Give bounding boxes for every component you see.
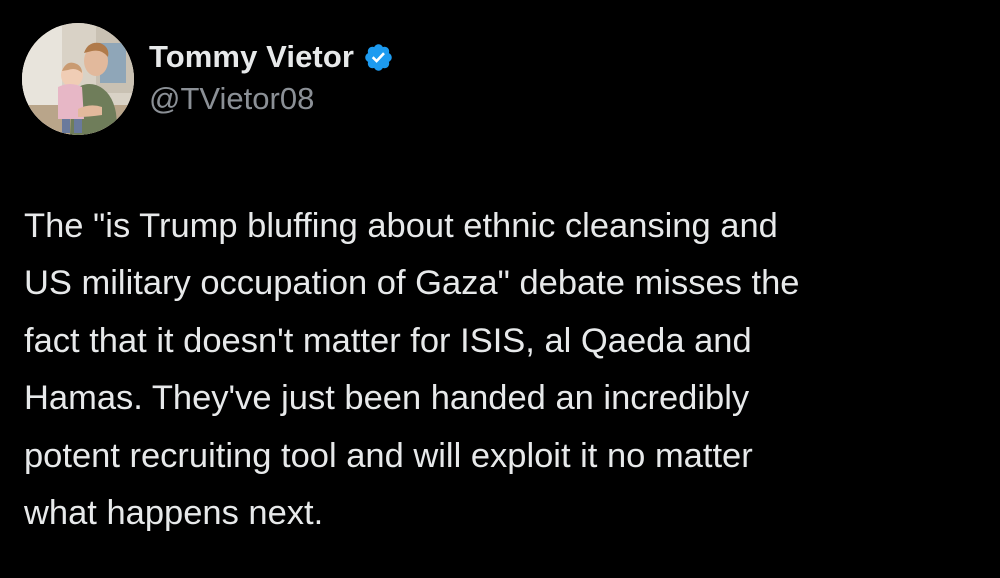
display-name[interactable]: Tommy Vietor [149, 39, 354, 75]
tweet-card: Tommy Vietor @TVietor08 The "is Trump bl… [0, 0, 1000, 578]
tweet-text-line: Hamas. They've just been handed an incre… [24, 379, 750, 418]
tweet-text-line: what happens next. [24, 494, 324, 533]
tweet-text-line: fact that it doesn't matter for ISIS, al… [24, 321, 752, 360]
avatar[interactable] [22, 23, 134, 135]
tweet-text-line: US military occupation of Gaza" debate m… [24, 264, 800, 303]
avatar-photo [22, 23, 134, 135]
author-names: Tommy Vietor @TVietor08 [149, 35, 394, 117]
tweet-header: Tommy Vietor @TVietor08 [22, 23, 394, 135]
name-row: Tommy Vietor [149, 35, 394, 79]
tweet-text-line: potent recruiting tool and will exploit … [24, 436, 753, 475]
tweet-text: The "is Trump bluffing about ethnic clea… [24, 198, 984, 542]
tweet-text-line: The "is Trump bluffing about ethnic clea… [24, 207, 778, 245]
user-handle[interactable]: @TVietor08 [149, 81, 394, 117]
verified-badge-icon[interactable] [363, 42, 394, 73]
